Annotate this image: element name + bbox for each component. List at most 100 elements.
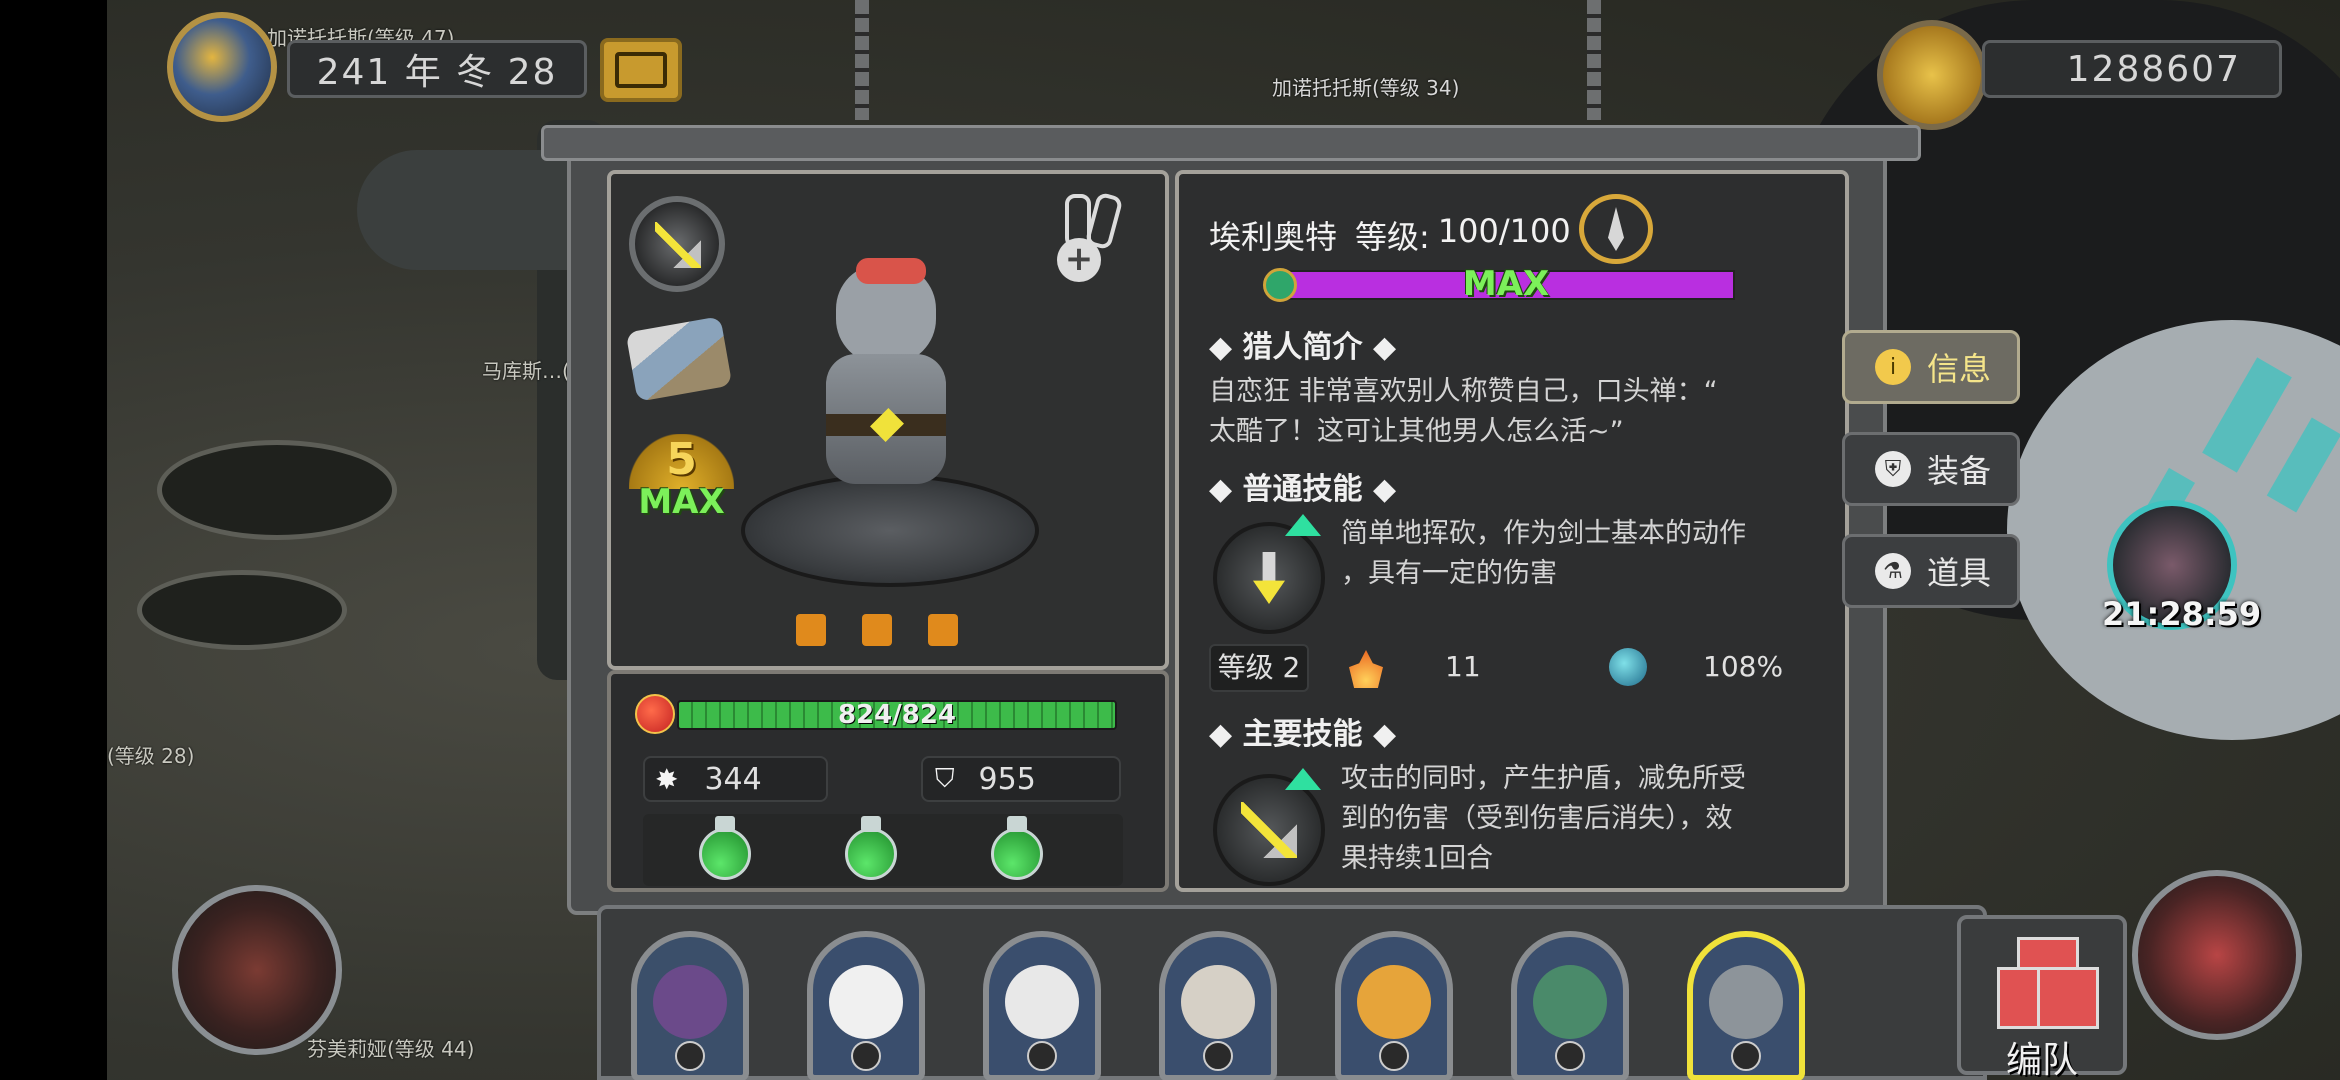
tab-info-label: 信息 [1927,350,1992,388]
hero-class-icon [1731,1041,1761,1071]
elephant-face [1709,965,1783,1039]
hero-card-elephant[interactable] [1687,931,1805,1080]
telescope-icon[interactable] [625,316,733,402]
normal-skill-upgrade-icon[interactable] [1285,514,1321,536]
hunter-name: 埃利奥特 [1209,218,1338,256]
helmet-icon: ⛨ [1875,451,1911,487]
normal-skill-text-line-2: ，具有一定的伤害 [1341,558,1557,589]
map-pit-1 [157,440,397,540]
plus-icon: + [1057,238,1101,282]
panel-top-rail [541,125,1921,161]
hero-card-pirate[interactable] [631,931,749,1080]
attack-value: 344 [704,761,762,797]
hero-roster-bar [597,905,1987,1080]
calendar-icon [615,52,667,88]
hero-card-eagle[interactable] [807,931,925,1080]
buff-icon-3[interactable] [928,614,958,646]
tab-info[interactable]: i 信息 [1842,330,2020,404]
level-label: 等级: [1355,218,1430,256]
game-screen: 加诺托托斯(等级 47) 马库斯…(等级 … (等级 28) 芬美莉娅(等级 4… [107,0,2340,1080]
team-formation-button[interactable]: 编队 [1957,915,2127,1080]
event-timer: 21:28:59 [2102,595,2262,633]
normal-skill-title-text: 普通技能 [1242,472,1363,507]
sword-emblem-icon [1608,207,1624,251]
potion-1-cork [715,816,735,832]
potion-1[interactable] [693,812,755,882]
buff-icons [796,614,958,646]
stats-panel: 824/824 ✸ 344 ⛉ 955 [607,670,1169,892]
star-rank-emblem: 5 MAX [629,434,734,522]
polar-bear-face [1005,965,1079,1039]
gold-coin-icon [1877,20,1987,130]
swirl-icon [1609,648,1647,686]
potion-3[interactable] [985,812,1047,882]
info-icon: i [1875,349,1911,385]
sword-lightning-icon [655,222,701,268]
buff-icon-2[interactable] [862,614,892,646]
calendar-button[interactable] [600,38,682,102]
weapon-slot-icon[interactable] [629,196,725,292]
main-skill-icon[interactable] [1213,774,1325,886]
potion-2-icon [845,828,897,880]
shield-icon: ⛉ [935,763,955,794]
intro-title-text: 猎人简介 [1242,330,1363,365]
skill-fire-value: 11 [1445,650,1481,683]
map-pit-2 [137,570,347,650]
normal-skill-text: 简单地挥砍，作为剑士基本的动作 ，具有一定的伤害 [1341,514,1746,594]
chain-right [1587,0,1601,120]
portrait-panel: 5 MAX + [607,170,1169,670]
hero-card-crocodile[interactable] [1511,931,1629,1080]
skill-level-row: 等级 2 11 108% [1209,644,1829,694]
hero-card-leopard[interactable] [1335,931,1453,1080]
lightning-sword-icon [1241,802,1297,858]
house-map-marker[interactable] [172,885,342,1055]
exp-chevron-icon [1263,268,1297,302]
leopard-face [1357,965,1431,1039]
buff-icon-1[interactable] [796,614,826,646]
team-card-right [2037,967,2099,1029]
intro-text: 自恋狂 非常喜欢别人称赞自己，口头禅：“ 太酷了！这可让其他男人怎么活~” [1209,372,1718,452]
tab-equipment-label: 装备 [1927,452,1992,490]
hero-turban [856,258,926,284]
tab-items[interactable]: ⚗ 道具 [1842,534,2020,608]
hero-card-white-hair[interactable] [1159,931,1277,1080]
level-value: 100/100 [1437,212,1571,250]
attack-stat: ✸ 344 [643,756,828,802]
potion-3-cork [1007,816,1027,832]
main-skill-text-line-2: 到的伤害（受到伤害后消失），效 [1341,803,1733,834]
calendar-date: 241 年 冬 28 [287,40,587,98]
hero-class-icon [1203,1041,1233,1071]
exp-bar: MAX [1277,264,1735,304]
white-hair-face [1181,965,1255,1039]
potion-2[interactable] [839,812,901,882]
tab-items-label: 道具 [1927,554,1992,592]
red-knight-map-marker[interactable] [2132,870,2302,1040]
normal-skill-icon[interactable] [1213,522,1325,634]
hp-bar: 824/824 [677,700,1117,730]
hero-card-polar-bear[interactable] [983,931,1101,1080]
gold-amount: 1288607 [1982,40,2282,98]
potion-3-icon [991,828,1043,880]
heart-icon [635,694,675,734]
hero-class-icon [851,1041,881,1071]
hero-class-icon [1379,1041,1409,1071]
map-label-left-lower: (等级 28) [107,744,195,768]
main-skill-upgrade-icon[interactable] [1285,768,1321,790]
intro-text-line-1: 自恋狂 非常喜欢别人称赞自己，口头禅：“ [1209,376,1718,407]
main-skill-title-text: 主要技能 [1242,717,1363,752]
skill-level-badge: 等级 2 [1209,644,1309,692]
crocodile-face [1533,965,1607,1039]
rabbit-pet-slot-icon[interactable]: + [1051,191,1131,284]
season-moon-icon[interactable] [167,12,277,122]
exp-max-label: MAX [1462,264,1550,304]
potion-1-icon [699,828,751,880]
tab-equipment[interactable]: ⛨ 装备 [1842,432,2020,506]
team-cards-icon [1997,937,2099,1033]
chain-left [855,0,869,120]
fire-icon [1349,650,1383,688]
main-skill-text-line-1: 攻击的同时，产生护盾，减免所受 [1341,763,1746,794]
star-rank-max: MAX [638,482,725,522]
map-label-bottom-left: 芬美莉娅(等级 44) [307,1037,475,1061]
hp-value: 824/824 [837,700,957,730]
hero-class-icon [1027,1041,1057,1071]
